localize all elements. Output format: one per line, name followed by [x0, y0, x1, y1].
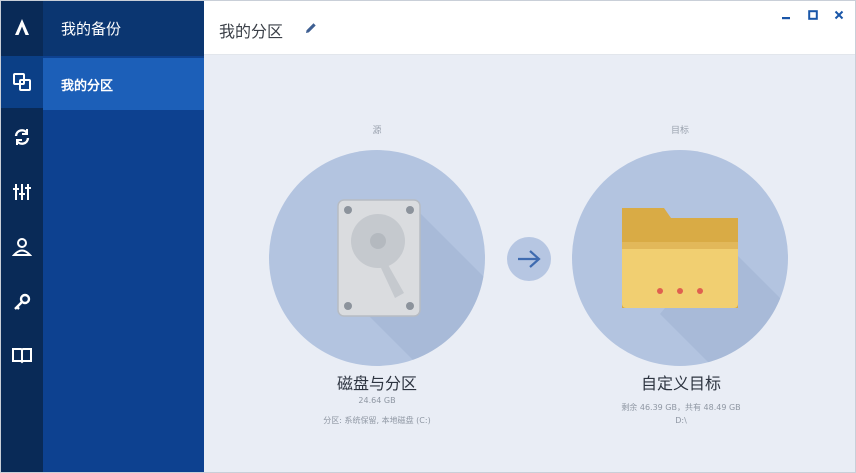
backup-copies-icon[interactable] — [1, 56, 43, 108]
destination-free-space: 剩余 46.39 GB，共有 48.49 GB — [621, 403, 741, 412]
title-bar: 我的分区 — [204, 1, 855, 55]
book-icon[interactable] — [1, 329, 43, 381]
page-title[interactable]: 我的分区 — [219, 18, 283, 42]
acronis-logo-icon[interactable] — [1, 1, 43, 53]
sidebar-item-label: 我的分区 — [61, 78, 114, 94]
arrow-right-icon — [518, 250, 541, 268]
icon-rail — [1, 1, 43, 472]
direction-arrow — [507, 237, 551, 281]
pencil-icon[interactable] — [304, 21, 318, 35]
minimize-button[interactable] — [778, 7, 794, 23]
hard-drive-icon — [337, 199, 485, 366]
sidebar-item-my-partitions[interactable]: 我的分区 — [43, 58, 204, 110]
nav-header-label: 我的备份 — [61, 20, 122, 38]
sync-icon[interactable] — [1, 111, 43, 163]
key-icon[interactable] — [1, 276, 43, 328]
destination-selector[interactable] — [572, 150, 788, 366]
close-icon — [834, 10, 844, 20]
source-size: 24.64 GB — [358, 396, 396, 405]
destination-title: 自定义目标 — [640, 374, 721, 393]
nav-header: 我的备份 — [43, 1, 204, 56]
close-button[interactable] — [831, 7, 847, 23]
maximize-button[interactable] — [805, 7, 821, 23]
maximize-icon — [808, 10, 818, 20]
destination-path: D:\ — [675, 416, 687, 425]
nav-pane: 我的备份 我的分区 — [43, 1, 204, 472]
minimize-icon — [782, 17, 790, 20]
source-selector[interactable] — [269, 150, 485, 366]
folder-icon — [622, 208, 788, 366]
account-icon[interactable] — [1, 221, 43, 273]
source-section-label: 源 — [372, 126, 382, 136]
destination-section-label: 目标 — [670, 126, 689, 136]
source-partitions: 分区: 系统保留, 本地磁盘 (C:) — [323, 416, 431, 425]
source-title: 磁盘与分区 — [336, 374, 417, 393]
main-content: 我的分区 源 磁盘与分区 24.64 GB 分区: 系统保留, 本地磁盘 (C:… — [204, 1, 855, 472]
app-window: 我的备份 我的分区 我的分区 源 磁盘与分区 24.64 GB 分区: 系统保留… — [0, 0, 856, 473]
tools-icon[interactable] — [1, 166, 43, 218]
